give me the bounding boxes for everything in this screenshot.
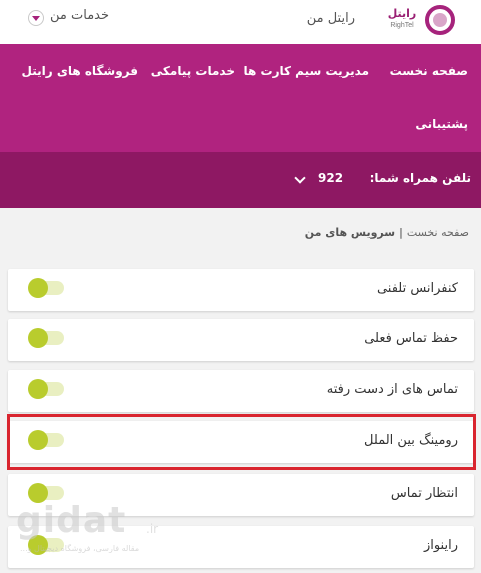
service-row-missed-calls: تماس های از دست رفته [8,370,474,412]
watermark-subtitle: مقاله فارسی، فروشگاه دیجیتال و... [20,544,140,553]
rightel-logo-icon[interactable] [425,5,455,35]
toggle-knob [28,278,48,298]
logo-subtext: RighTel [390,22,414,29]
nav-item-sms-services[interactable]: خدمات پیامکی [151,64,235,78]
call-waiting-toggle[interactable] [28,483,64,503]
missed-calls-toggle[interactable] [28,379,64,399]
top-bar: رایتل RighTel رایتل من خدمات من [0,0,481,44]
breadcrumb: صفحه نخست |سرویس های من [305,226,469,239]
watermark-logo: gidat [16,500,127,541]
phone-selector-bar: تلفن همراه شما: 922 [0,152,481,208]
service-label: راینواز [423,538,458,553]
breadcrumb-separator: | [399,226,403,239]
breadcrumb-home[interactable]: صفحه نخست [407,226,469,239]
highlight-frame [7,414,476,470]
service-label: حفظ تماس فعلی [364,331,458,346]
chevron-down-icon[interactable] [294,172,306,184]
toggle-knob [28,328,48,348]
my-rightel-link[interactable]: رایتل من [307,11,355,26]
nav-item-sim-management[interactable]: مدیریت سیم کارت ها [244,64,369,78]
conference-toggle[interactable] [28,278,64,298]
service-label: کنفرانس تلفنی [376,281,458,296]
nav-item-support[interactable]: پشتیبانی [415,117,468,131]
watermark: gidat .ir مقاله فارسی، فروشگاه دیجیتال و… [16,500,176,560]
watermark-tld: .ir [146,522,159,536]
breadcrumb-current: سرویس های من [304,226,396,239]
service-label: انتظار تماس [390,486,458,501]
main-nav: صفحه نخست مدیریت سیم کارت ها خدمات پیامک… [0,44,481,152]
nav-item-home[interactable]: صفحه نخست [390,64,468,78]
toggle-knob [28,379,48,399]
chevron-down-icon[interactable] [28,10,44,26]
service-row-conference: کنفرانس تلفنی [8,269,474,311]
phone-label: تلفن همراه شما: [369,171,471,185]
call-hold-toggle[interactable] [28,328,64,348]
service-label: تماس های از دست رفته [326,382,458,397]
my-services-menu[interactable]: خدمات من [50,8,109,23]
service-row-call-hold: حفظ تماس فعلی [8,319,474,361]
logo-text: رایتل [387,7,417,20]
phone-number-select[interactable]: 922 [318,171,343,185]
nav-item-rightel-stores[interactable]: فروشگاه های رایتل [22,64,138,78]
